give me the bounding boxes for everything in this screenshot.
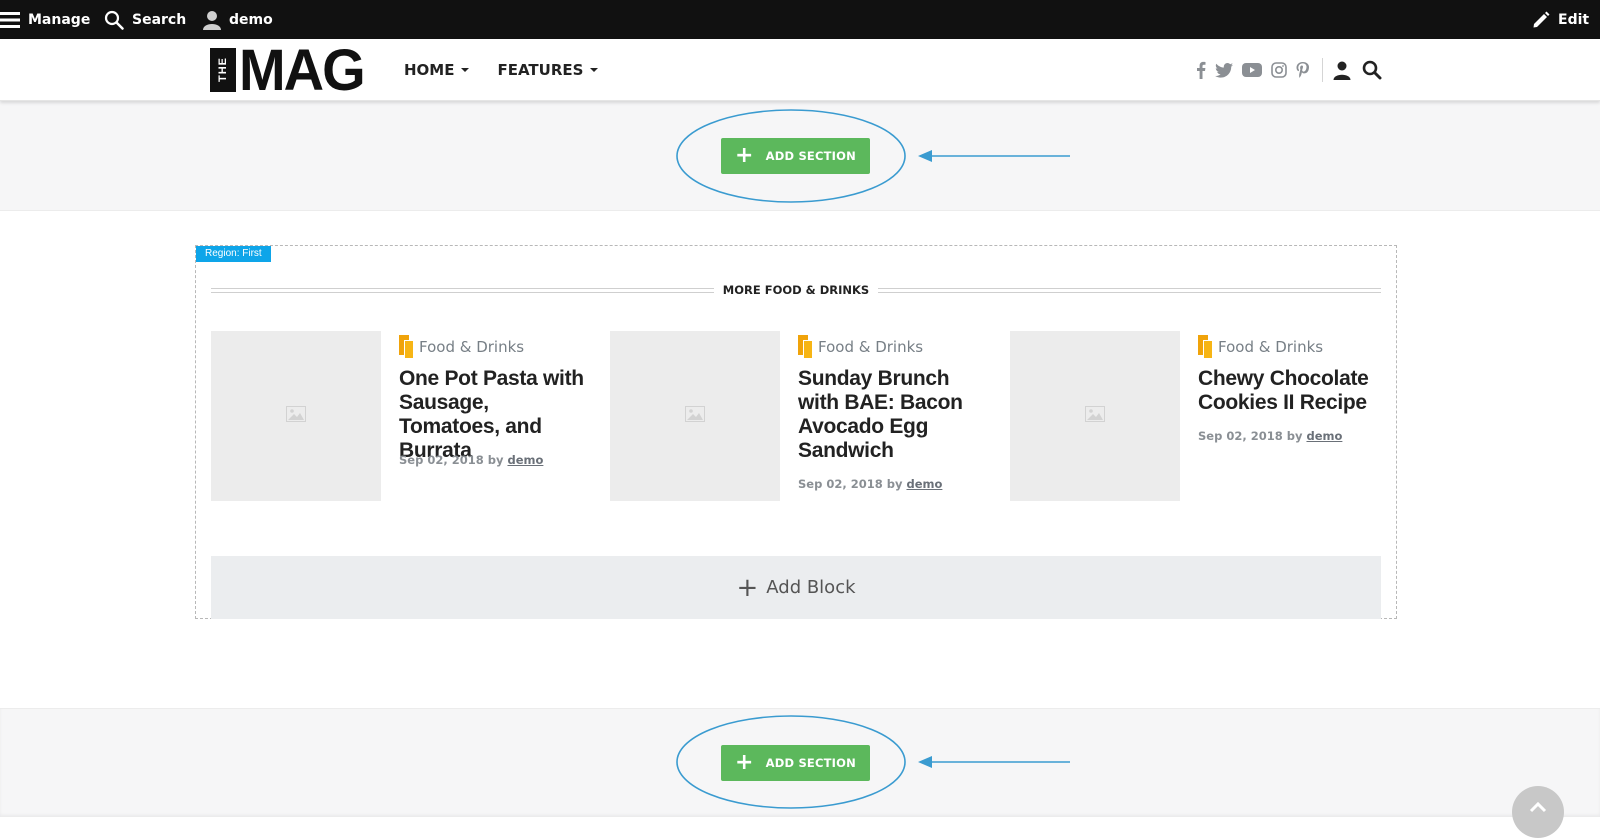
article-thumbnail[interactable] — [610, 331, 780, 501]
category-link[interactable]: Food & Drinks — [399, 335, 524, 359]
plus-icon: + — [735, 750, 754, 775]
manage-label: Manage — [28, 11, 91, 28]
user-icon — [203, 10, 221, 30]
nav-home-label: HOME — [404, 61, 455, 79]
article-title[interactable]: Chewy Chocolate Cookies II Recipe — [1198, 367, 1383, 415]
account-icon[interactable] — [1333, 61, 1351, 80]
article-thumbnail[interactable] — [211, 331, 381, 501]
user-label: demo — [229, 11, 273, 28]
caret-down-icon — [590, 68, 599, 72]
article-title[interactable]: Sunday Brunch with BAE: Bacon Avocado Eg… — [798, 367, 983, 463]
image-placeholder-icon — [685, 405, 705, 427]
category-label: Food & Drinks — [1218, 338, 1324, 356]
article-date: Sep 02, 2018 — [798, 477, 883, 491]
article-meta: Sep 02, 2018 by demo — [1198, 429, 1342, 443]
add-section-band-bottom: + ADD SECTION — [0, 708, 1600, 817]
article-by: by — [487, 453, 504, 467]
category-label: Food & Drinks — [818, 338, 924, 356]
nav-features[interactable]: FEATURES — [497, 61, 599, 79]
scroll-to-top-button[interactable] — [1512, 786, 1564, 838]
facebook-icon[interactable] — [1196, 61, 1206, 79]
title-rule-right — [878, 287, 1381, 293]
category-link[interactable]: Food & Drinks — [798, 335, 923, 359]
image-placeholder-icon — [1085, 405, 1105, 427]
add-section-button-bottom[interactable]: + ADD SECTION — [721, 745, 870, 781]
manage-menu-button[interactable]: Manage — [0, 0, 90, 39]
category-folder-icon — [798, 335, 814, 359]
article-card: Food & Drinks Sunday Brunch with BAE: Ba… — [610, 331, 985, 501]
edit-button[interactable]: Edit — [1532, 0, 1589, 39]
add-section-label: ADD SECTION — [765, 149, 856, 163]
nav-home[interactable]: HOME — [404, 61, 470, 79]
image-placeholder-icon — [286, 405, 306, 427]
article-meta: Sep 02, 2018 by demo — [399, 453, 543, 467]
add-section-band-top: + ADD SECTION — [0, 101, 1600, 211]
main-nav: HOME FEATURES — [404, 39, 626, 101]
site-logo[interactable]: THE MAG — [210, 36, 366, 103]
social-links — [1196, 39, 1391, 101]
layout-region-first: Region: First MORE FOOD & DRINKS Food & … — [195, 245, 1397, 619]
article-by: by — [1286, 429, 1303, 443]
add-section-button-top[interactable]: + ADD SECTION — [721, 138, 870, 174]
article-title[interactable]: One Pot Pasta with Sausage, Tomatoes, an… — [399, 367, 584, 463]
caret-down-icon — [461, 68, 470, 72]
article-by: by — [886, 477, 903, 491]
logo-the-text: THE — [210, 48, 236, 92]
add-block-label: Add Block — [766, 577, 856, 598]
plus-icon: + — [735, 143, 754, 168]
site-header: THE MAG HOME FEATURES — [0, 39, 1600, 101]
category-folder-icon — [1198, 335, 1214, 359]
category-folder-icon — [399, 335, 415, 359]
block-title-row: MORE FOOD & DRINKS — [211, 283, 1381, 297]
article-thumbnail[interactable] — [1010, 331, 1180, 501]
header-search-icon[interactable] — [1362, 60, 1382, 80]
hamburger-icon — [0, 11, 20, 29]
pinterest-icon[interactable] — [1296, 61, 1309, 79]
article-card: Food & Drinks One Pot Pasta with Sausage… — [211, 331, 586, 501]
edit-label: Edit — [1558, 11, 1590, 28]
user-menu-button[interactable]: demo — [203, 0, 273, 39]
category-label: Food & Drinks — [419, 338, 525, 356]
author-link[interactable]: demo — [507, 453, 543, 467]
article-card: Food & Drinks Chewy Chocolate Cookies II… — [1010, 331, 1385, 501]
add-section-label: ADD SECTION — [765, 756, 856, 770]
add-block-button[interactable]: + Add Block — [211, 556, 1381, 619]
instagram-icon[interactable] — [1271, 62, 1287, 78]
region-label: Region: First — [196, 246, 271, 262]
author-link[interactable]: demo — [906, 477, 942, 491]
chevron-up-icon — [1529, 800, 1547, 838]
twitter-icon[interactable] — [1215, 62, 1233, 78]
author-link[interactable]: demo — [1306, 429, 1342, 443]
logo-mag-text: MAG — [239, 36, 366, 103]
article-meta: Sep 02, 2018 by demo — [798, 477, 942, 491]
plus-icon: + — [736, 572, 759, 603]
article-date: Sep 02, 2018 — [399, 453, 484, 467]
category-link[interactable]: Food & Drinks — [1198, 335, 1323, 359]
block-title: MORE FOOD & DRINKS — [722, 283, 870, 297]
youtube-icon[interactable] — [1242, 63, 1262, 77]
article-date: Sep 02, 2018 — [1198, 429, 1283, 443]
search-menu-button[interactable]: Search — [104, 0, 186, 39]
admin-toolbar: Manage Search demo Edit — [0, 0, 1600, 39]
search-icon — [104, 10, 124, 30]
pencil-icon — [1532, 11, 1550, 29]
title-rule-left — [211, 287, 714, 293]
search-label: Search — [132, 11, 187, 28]
nav-features-label: FEATURES — [497, 61, 584, 79]
header-divider — [1322, 58, 1323, 82]
